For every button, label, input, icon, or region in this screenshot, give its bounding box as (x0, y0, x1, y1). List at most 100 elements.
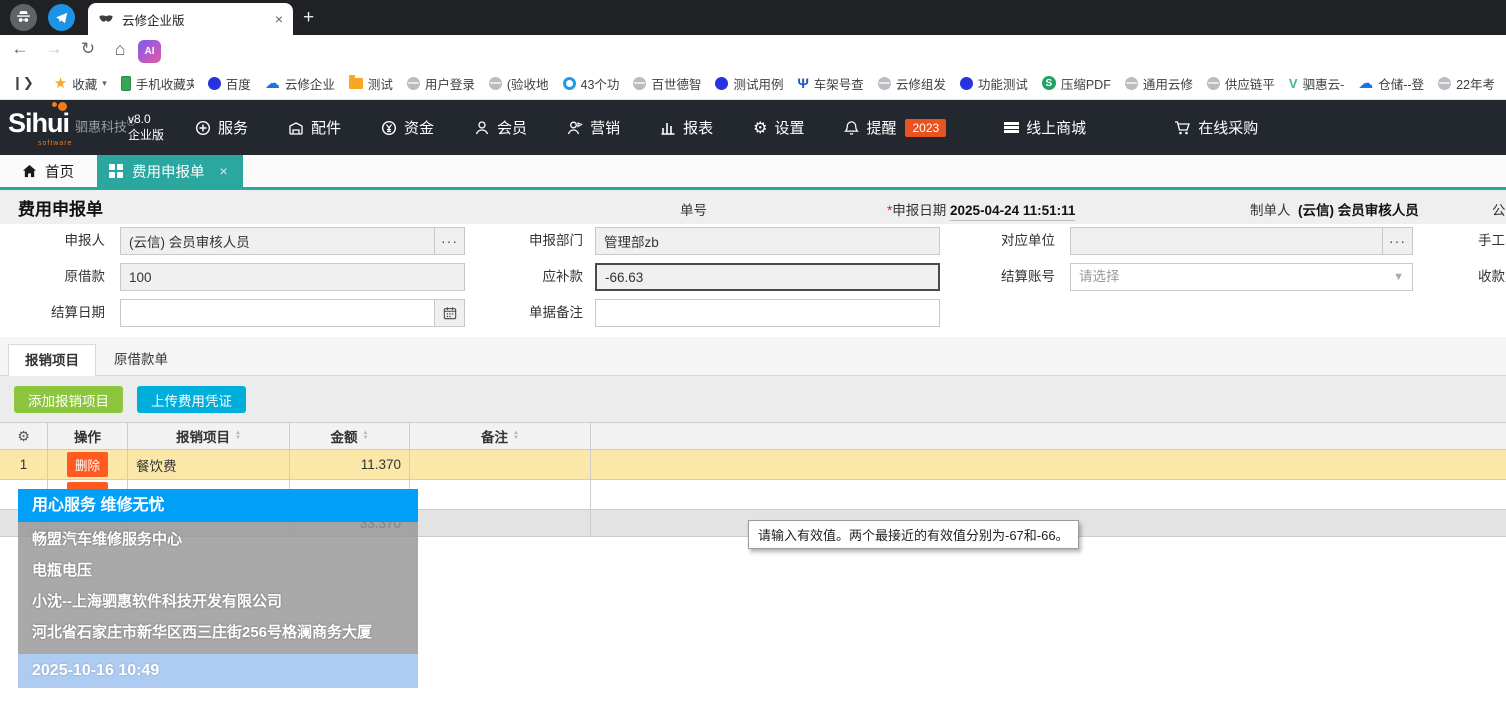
member-icon (474, 120, 490, 136)
menu-online-purchase[interactable]: 在线采购 (1174, 117, 1258, 138)
row-action-cell: 删除 (48, 450, 128, 479)
col-remark[interactable]: 备注▲▼ (410, 423, 591, 449)
menu-members[interactable]: 会员 (474, 117, 527, 138)
bookmark-yunxiu[interactable]: ☁云修企业 (265, 74, 335, 93)
baidu-icon (715, 77, 728, 90)
star-icon: ★ (54, 74, 67, 92)
bookmark-sihui-cloud[interactable]: V驷惠云- (1289, 74, 1344, 93)
browser-tab-title: 云修企业版 (122, 10, 269, 29)
sort-icon[interactable]: ▲▼ (513, 431, 519, 441)
browser-tab[interactable]: 云修企业版 × (88, 3, 293, 35)
dept-input[interactable] (595, 227, 940, 255)
cloud-icon: ☁ (265, 74, 280, 92)
row-remark-cell[interactable] (410, 450, 591, 479)
popup-timestamp: 2025-10-16 10:49 (18, 654, 418, 688)
tab-home[interactable]: 首页 (22, 155, 74, 187)
delete-row-button[interactable]: 删除 (67, 452, 108, 477)
row-index: 1 (0, 450, 48, 479)
bookmark-43-functions[interactable]: 43个功 (563, 74, 620, 93)
unit-input[interactable] (1070, 227, 1413, 255)
bookmark-favorites[interactable]: ★收藏▾ (54, 74, 107, 93)
app-tabbar: 首页 费用申报单 × (0, 155, 1506, 190)
app-navbar: Sihui 驷惠科技® software v8.0 企业版 服务 配件 资金 会… (0, 100, 1506, 155)
hamburger-icon (1004, 122, 1019, 133)
bookmark-supply-chain[interactable]: 供应链平 (1207, 74, 1275, 93)
sort-icon[interactable]: ▲▼ (235, 431, 241, 441)
menu-funds[interactable]: 资金 (381, 117, 434, 138)
menu-service[interactable]: 服务 (195, 117, 248, 138)
unit-label: 对应单位 (955, 227, 1055, 255)
incognito-avatar-icon[interactable] (10, 4, 37, 31)
menu-parts[interactable]: 配件 (288, 117, 341, 138)
applicant-input[interactable] (120, 227, 465, 255)
unit-lookup-button[interactable]: ··· (1382, 228, 1412, 254)
popup-line-contact: 小沈--上海驷惠软件科技开发有限公司 (18, 586, 418, 617)
ai-extension-icon[interactable]: AI (138, 40, 161, 63)
row-remark-cell[interactable] (410, 480, 591, 509)
bookmark-test-cases[interactable]: 测试用例 (715, 74, 783, 93)
messenger-extension-icon[interactable] (48, 4, 75, 31)
service-notification-popup[interactable]: 用心服务 维修无忧 畅盟汽车维修服务中心 电瓶电压 小沈--上海驷惠软件科技开发… (18, 489, 418, 688)
sort-icon[interactable]: ▲▼ (363, 431, 369, 441)
ring-icon (563, 77, 576, 90)
account-field-wrap: 请选择▼ (1070, 263, 1413, 291)
back-icon[interactable]: ← (8, 39, 32, 59)
calendar-icon (443, 306, 457, 320)
bookmark-compress-pdf[interactable]: S压缩PDF (1042, 74, 1111, 93)
row-amount-cell[interactable]: 11.370 (290, 450, 410, 479)
bookmark-user-login[interactable]: 用户登录 (407, 74, 475, 93)
col-item[interactable]: 报销项目▲▼ (128, 423, 290, 449)
bookmark-mobile-folder[interactable]: 手机收藏夹 (121, 74, 194, 93)
menu-settings[interactable]: ⚙ 设置 (753, 117, 804, 138)
tab-close-icon[interactable]: × (220, 163, 228, 179)
bookmark-general-yunxiu[interactable]: 通用云修 (1125, 74, 1193, 93)
s-circle-icon: S (1042, 76, 1056, 90)
forward-icon[interactable]: → (42, 39, 66, 59)
tab-expense-items[interactable]: 报销项目 (8, 344, 96, 377)
phone-icon (121, 76, 131, 91)
bookmark-bsd[interactable]: 百世德智 (633, 74, 701, 93)
dept-label: 申报部门 (483, 227, 583, 255)
bookmark-yunxiu-group[interactable]: 云修组发 (878, 74, 946, 93)
add-expense-item-button[interactable]: 添加报销项目 (14, 386, 123, 413)
menu-online-mall[interactable]: 线上商城 (1004, 117, 1086, 138)
remark-input[interactable] (595, 299, 940, 327)
reload-icon[interactable]: ↻ (76, 39, 100, 59)
menu-reminders[interactable]: 提醒 2023 (844, 117, 946, 138)
row-filler (591, 480, 1506, 509)
upload-voucher-button[interactable]: 上传费用凭证 (137, 386, 246, 413)
home-icon[interactable]: ⌂ (108, 39, 132, 60)
bookmark-function-test[interactable]: 功能测试 (960, 74, 1028, 93)
tab-expense-form[interactable]: 费用申报单 × (97, 155, 243, 187)
sihui-logo: Sihui 驷惠科技® software (8, 108, 135, 138)
menu-marketing[interactable]: 营销 (567, 117, 620, 138)
column-settings[interactable]: ⚙ (0, 423, 48, 449)
bookmark-exam-22[interactable]: 22年考 (1438, 74, 1495, 93)
loan-input[interactable] (120, 263, 465, 291)
menu-reports[interactable]: 报表 (660, 117, 713, 138)
table-row[interactable]: 1 删除 餐饮费 11.370 (0, 450, 1506, 480)
bookmark-warehouse[interactable]: ☁仓储--登 (1358, 74, 1424, 93)
cart-icon (1174, 120, 1191, 136)
new-tab-button[interactable]: + (303, 7, 314, 29)
bookmark-vin-query[interactable]: Ψ车架号查 (797, 74, 863, 93)
tab-close-icon[interactable]: × (275, 11, 283, 27)
home-tab-icon (22, 164, 37, 179)
bookmark-acceptance[interactable]: (验收地 (489, 74, 549, 93)
dept-field-wrap (595, 227, 940, 255)
calendar-button[interactable] (434, 300, 464, 326)
tab-original-loans[interactable]: 原借款单 (98, 344, 184, 376)
settle-date-input[interactable] (120, 299, 465, 327)
folder-icon (349, 78, 363, 89)
globe-icon (1438, 77, 1451, 90)
bookmark-baidu[interactable]: 百度 (208, 74, 251, 93)
applicant-lookup-button[interactable]: ··· (434, 228, 464, 254)
sidebar-pin-icon[interactable]: ❙❯ (12, 75, 34, 91)
bookmark-test-folder[interactable]: 测试 (349, 74, 393, 93)
account-select[interactable]: 请选择▼ (1070, 263, 1413, 291)
row-item-cell[interactable]: 餐饮费 (128, 450, 290, 479)
vue-icon: V (1289, 76, 1298, 91)
col-amount[interactable]: 金额▲▼ (290, 423, 410, 449)
makeup-input[interactable] (595, 263, 940, 291)
validation-tooltip: 请输入有效值。两个最接近的有效值分别为-67和-66。 (748, 520, 1079, 549)
